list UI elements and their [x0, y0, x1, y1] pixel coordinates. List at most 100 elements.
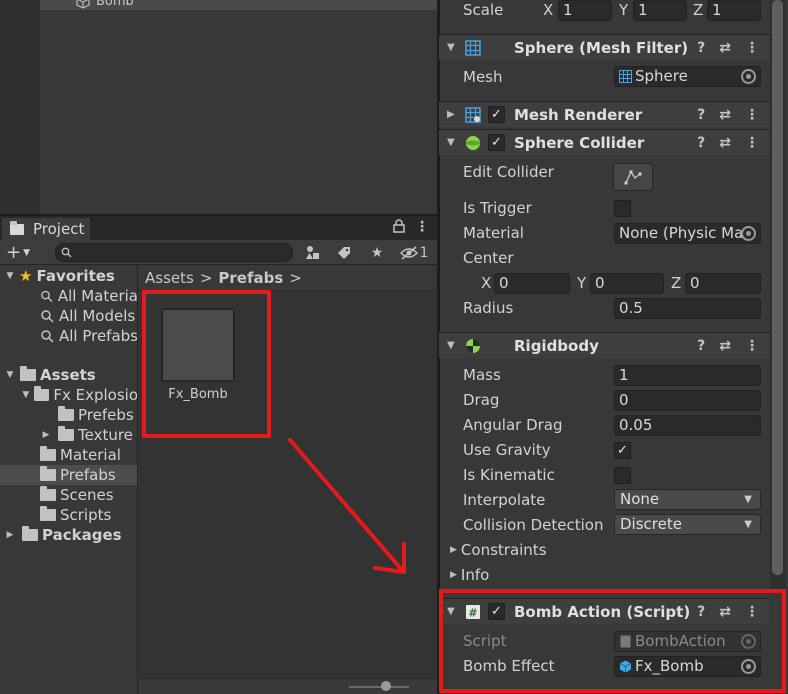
- tree-item-all-materials[interactable]: All Materia: [0, 286, 138, 306]
- component-actions: ? ⇄ ⋮: [697, 40, 759, 56]
- tree-item-prefebs[interactable]: Prefebs: [0, 405, 137, 425]
- is-trigger-checkbox[interactable]: [614, 200, 631, 217]
- scrollbar-thumb[interactable]: [772, 0, 783, 575]
- scale-z-field[interactable]: 1: [707, 0, 761, 21]
- project-folder-tree: ▼ ★ Favorites All Materia All Models All…: [0, 265, 138, 694]
- zoom-slider-handle[interactable]: [381, 681, 391, 691]
- filter-by-type-icon[interactable]: [301, 243, 325, 262]
- chevron-right-icon: ▶: [450, 570, 457, 580]
- kebab-menu-icon[interactable]: ⋮: [745, 135, 759, 151]
- chevron-down-icon[interactable]: ▼: [447, 340, 455, 351]
- center-z-field[interactable]: 0: [685, 273, 761, 294]
- collision-detection-dropdown[interactable]: Discrete ▼: [614, 514, 761, 535]
- help-icon[interactable]: ?: [697, 107, 705, 123]
- component-actions: ? ⇄ ⋮: [697, 107, 759, 123]
- is-kinematic-checkbox[interactable]: [614, 467, 631, 484]
- help-icon[interactable]: ?: [697, 135, 705, 151]
- help-icon[interactable]: ?: [697, 40, 705, 56]
- scale-y-field[interactable]: 1: [633, 0, 687, 21]
- angular-drag-field[interactable]: 0.05: [614, 415, 761, 436]
- breadcrumb-prefabs[interactable]: Prefabs: [218, 269, 283, 287]
- tree-item-assets[interactable]: ▼ Assets: [0, 365, 137, 385]
- create-button[interactable]: + ▼: [6, 242, 30, 263]
- component-actions: ? ⇄ ⋮: [697, 338, 759, 354]
- tree-label: Texture: [78, 426, 133, 444]
- breadcrumb-separator: >: [289, 268, 302, 287]
- interpolate-dropdown[interactable]: None ▼: [614, 489, 761, 510]
- hidden-packages-toggle[interactable]: 1: [396, 243, 432, 262]
- constraints-foldout[interactable]: ▶ Constraints: [450, 541, 547, 559]
- tag-icon[interactable]: [332, 243, 356, 262]
- interpolate-value: None: [620, 490, 660, 508]
- chevron-down-icon[interactable]: ▼: [447, 137, 455, 148]
- presets-icon[interactable]: ⇄: [719, 135, 731, 151]
- tree-label: Packages: [42, 526, 122, 544]
- physic-material-field[interactable]: None (Physic Ma: [614, 223, 761, 244]
- component-rigidbody-header[interactable]: ▼ Rigidbody ? ⇄ ⋮: [439, 332, 769, 358]
- sphere-collider-icon: [466, 135, 480, 150]
- search-field[interactable]: [55, 243, 293, 262]
- help-icon[interactable]: ?: [697, 338, 705, 354]
- tab-project[interactable]: Project: [2, 218, 90, 240]
- tree-item-scenes[interactable]: Scenes: [0, 485, 137, 505]
- breadcrumb-assets[interactable]: Assets: [145, 269, 194, 287]
- zoom-slider-track[interactable]: [349, 686, 409, 688]
- mesh-label: Mesh: [463, 68, 503, 86]
- search-input[interactable]: [74, 245, 284, 260]
- component-actions: ? ⇄ ⋮: [697, 135, 759, 151]
- tab-project-label: Project: [33, 220, 85, 238]
- component-enabled-checkbox[interactable]: ✓: [488, 106, 505, 123]
- lock-icon[interactable]: [393, 219, 405, 237]
- chevron-right-icon[interactable]: ▶: [447, 109, 455, 120]
- chevron-right-icon[interactable]: ▶: [4, 530, 16, 540]
- info-label: Info: [460, 566, 490, 584]
- search-icon: [41, 290, 53, 302]
- tree-item-all-models[interactable]: All Models: [0, 306, 137, 326]
- tree-item-all-prefabs[interactable]: All Prefabs: [0, 326, 137, 346]
- tree-label: All Materia: [57, 287, 138, 305]
- interpolate-label: Interpolate: [463, 491, 546, 509]
- mass-field[interactable]: 1: [614, 365, 761, 386]
- chevron-down-icon[interactable]: ▼: [4, 271, 16, 281]
- kebab-menu-icon[interactable]: ⋮: [745, 338, 759, 354]
- object-picker-icon[interactable]: [741, 69, 756, 84]
- tree-item-packages[interactable]: ▶ Packages: [0, 525, 137, 545]
- tree-item-scripts[interactable]: Scripts: [0, 505, 137, 525]
- is-trigger-label: Is Trigger: [463, 199, 532, 217]
- use-gravity-checkbox[interactable]: ✓: [614, 442, 631, 459]
- chevron-down-icon[interactable]: ▼: [20, 390, 32, 400]
- star-icon[interactable]: ★: [365, 243, 389, 262]
- component-mesh-renderer-header[interactable]: ▶ ✓ Mesh Renderer ? ⇄ ⋮: [439, 101, 769, 127]
- mesh-object-field[interactable]: Sphere: [614, 66, 761, 87]
- center-x-field[interactable]: 0: [494, 273, 570, 294]
- kebab-menu-icon[interactable]: ⋮: [415, 219, 429, 237]
- scale-x-field[interactable]: 1: [558, 0, 612, 21]
- chevron-right-icon[interactable]: ▶: [40, 430, 52, 440]
- drag-field[interactable]: 0: [614, 390, 761, 411]
- tree-item-material[interactable]: Material: [0, 445, 137, 465]
- project-footer: [139, 678, 437, 694]
- kebab-menu-icon[interactable]: ⋮: [745, 40, 759, 56]
- presets-icon[interactable]: ⇄: [719, 107, 731, 123]
- kebab-menu-icon[interactable]: ⋮: [745, 107, 759, 123]
- tree-item-favorites[interactable]: ▼ ★ Favorites: [0, 266, 137, 286]
- component-title: Sphere Collider: [514, 133, 645, 152]
- tree-item-fx-explosion[interactable]: ▼ Fx Explosio: [0, 385, 137, 405]
- hierarchy-item-bomb[interactable]: Bomb: [76, 0, 134, 9]
- info-foldout[interactable]: ▶ Info: [450, 566, 489, 584]
- component-sphere-collider-header[interactable]: ▼ ✓ Sphere Collider ? ⇄ ⋮: [439, 129, 769, 155]
- presets-icon[interactable]: ⇄: [719, 338, 731, 354]
- chevron-down-icon[interactable]: ▼: [447, 42, 455, 53]
- folder-icon: [10, 220, 24, 235]
- folder-icon: [22, 526, 38, 541]
- tree-item-textures[interactable]: ▶ Texture: [0, 425, 137, 445]
- edit-collider-button[interactable]: [613, 163, 653, 191]
- chevron-down-icon[interactable]: ▼: [4, 370, 16, 380]
- center-y-field[interactable]: 0: [590, 273, 664, 294]
- radius-field[interactable]: 0.5: [614, 298, 761, 319]
- object-picker-icon[interactable]: [741, 226, 756, 241]
- component-mesh-filter-header[interactable]: ▼ Sphere (Mesh Filter) ? ⇄ ⋮: [439, 34, 769, 60]
- tree-item-prefabs[interactable]: Prefabs: [0, 465, 137, 485]
- presets-icon[interactable]: ⇄: [719, 40, 731, 56]
- component-enabled-checkbox[interactable]: ✓: [488, 134, 505, 151]
